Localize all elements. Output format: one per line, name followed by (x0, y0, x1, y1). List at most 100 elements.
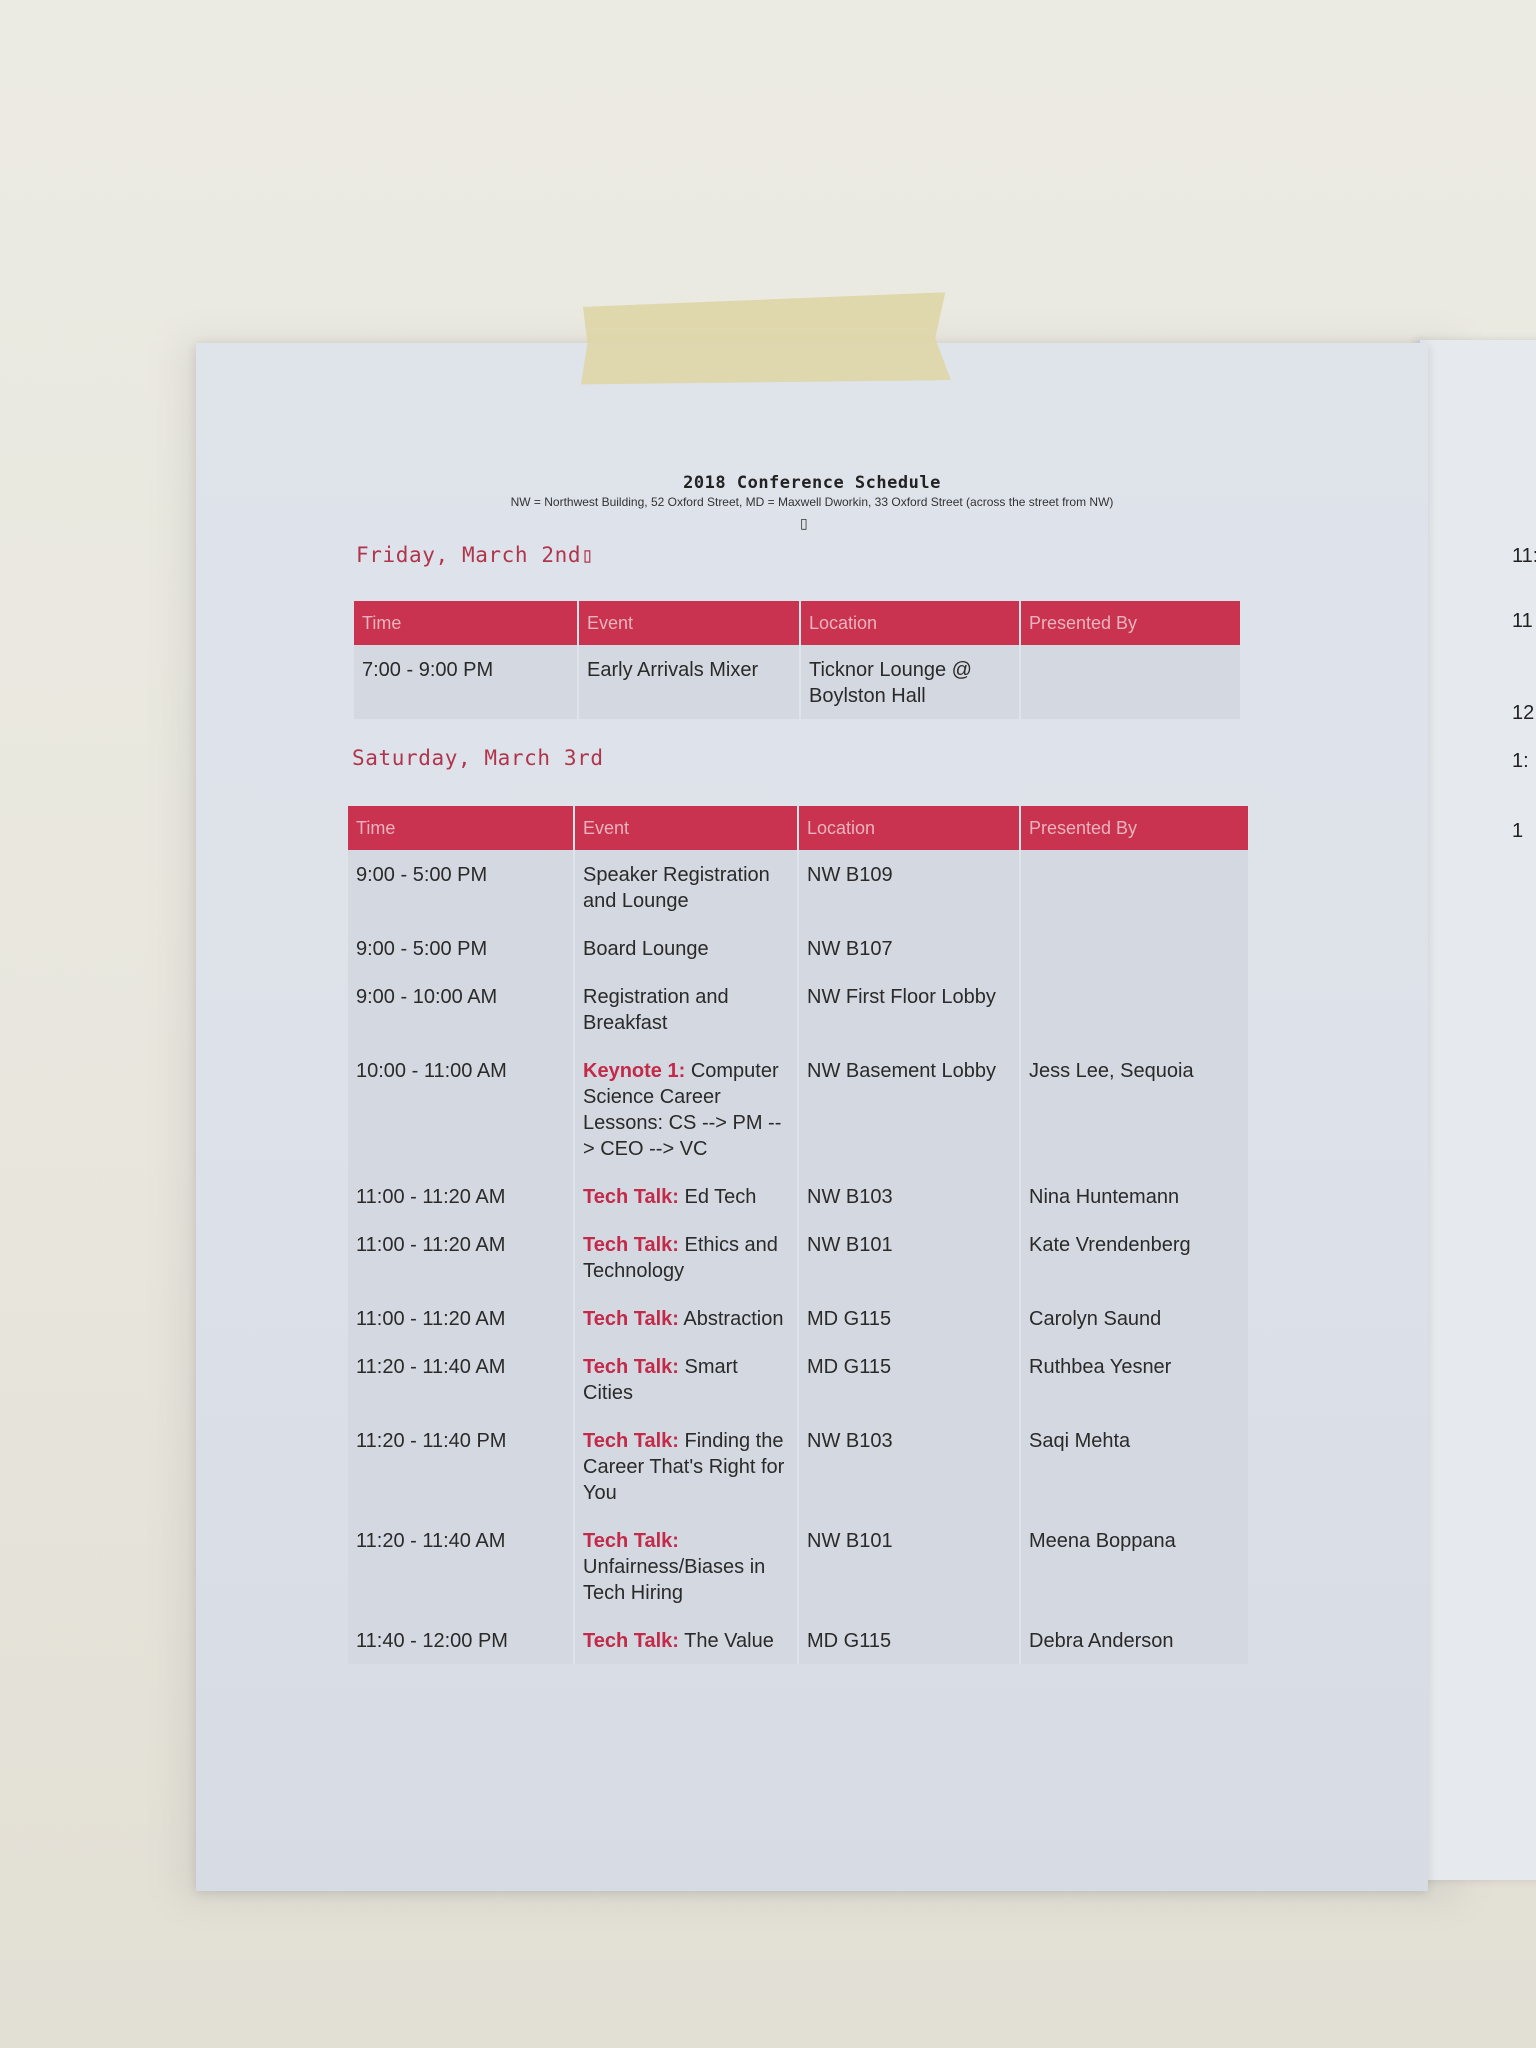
table-row: 9:00 - 10:00 AM Registration and Breakfas… (348, 972, 1248, 1046)
schedule-sheet: 2018 Conference Schedule NW = Northwest … (196, 343, 1428, 1891)
table-row: 11:00 - 11:20 AM Tech Talk: Ed Tech NW B10… (348, 1172, 1248, 1220)
day-heading-saturday: Saturday, March 3rd (352, 746, 604, 770)
adjacent-fragment: 12 (1512, 702, 1535, 724)
cell-event: Speaker Registration and Lounge (574, 850, 799, 924)
saturday-schedule-table: Time Event Location Presented By 9:00 - … (348, 806, 1248, 1664)
cell-presenter: Nina Huntemann (1020, 1172, 1248, 1220)
cell-time: 9:00 - 10:00 AM (348, 972, 575, 1046)
session-type-label: Tech Talk: (583, 1430, 679, 1452)
cell-event: Tech Talk: The Value (574, 1616, 799, 1664)
session-type-label: Tech Talk: (583, 1630, 679, 1652)
event-title: Abstraction (683, 1308, 784, 1330)
cell-event: Tech Talk: Smart Cities (574, 1342, 799, 1416)
cell-location: NW Basement Lobby (798, 1046, 1021, 1172)
column-header-location: Location (798, 806, 1021, 850)
cell-location: Ticknor Lounge @ Boylston Hall (800, 645, 1021, 719)
cell-presenter: Debra Anderson (1020, 1616, 1248, 1664)
cell-presenter: Meena Boppana (1020, 1516, 1248, 1616)
page-subtitle: NW = Northwest Building, 52 Oxford Stree… (510, 495, 1114, 509)
cell-time: 9:00 - 5:00 PM (348, 850, 575, 924)
event-title: Registration and Breakfast (583, 986, 729, 1034)
cell-event: Registration and Breakfast (574, 972, 799, 1046)
column-header-event: Event (578, 601, 801, 645)
session-type-label: Tech Talk: (583, 1530, 679, 1552)
cell-presenter (1020, 645, 1240, 719)
cell-presenter (1020, 924, 1248, 972)
cell-event: Tech Talk: Finding the Career That's Rig… (574, 1416, 799, 1516)
adjacent-fragment: 11 (1512, 610, 1533, 632)
table-row: 9:00 - 5:00 PM Speaker Registration and L… (348, 850, 1248, 924)
cell-time: 11:00 - 11:20 AM (348, 1294, 575, 1342)
cell-location: MD G115 (798, 1342, 1021, 1416)
cell-time: 11:00 - 11:20 AM (348, 1220, 575, 1294)
cell-presenter (1020, 850, 1248, 924)
adjacent-fragment: 1: (1512, 750, 1529, 772)
session-type-label: Tech Talk: (583, 1356, 679, 1378)
session-type-label: Keynote 1: (583, 1060, 686, 1082)
cell-presenter (1020, 972, 1248, 1046)
friday-schedule-table: Time Event Location Presented By 7:00 - … (354, 601, 1240, 719)
cell-presenter: Carolyn Saund (1020, 1294, 1248, 1342)
table-row: 9:00 - 5:00 PM Board Lounge NW B107 (348, 924, 1248, 972)
cell-presenter: Saqi Mehta (1020, 1416, 1248, 1516)
column-header-presenter: Presented By (1020, 601, 1240, 645)
cell-presenter: Kate Vrendenberg (1020, 1220, 1248, 1294)
cell-location: NW B103 (798, 1416, 1021, 1516)
table-row: 11:00 - 11:20 AM Tech Talk: Ethics and Te… (348, 1220, 1248, 1294)
cell-location: MD G115 (798, 1616, 1021, 1664)
event-title: Unfairness/Biases in Tech Hiring (583, 1556, 766, 1604)
table-row: 11:20 - 11:40 AM Tech Talk: Unfairness/Bi… (348, 1516, 1248, 1616)
cell-event: Keynote 1: Computer Science Career Lesso… (574, 1046, 799, 1172)
cell-location: NW First Floor Lobby (798, 972, 1021, 1046)
table-row: 10:00 - 11:00 AM Keynote 1: Computer Scie… (348, 1046, 1248, 1172)
cell-time: 11:20 - 11:40 AM (348, 1342, 575, 1416)
adjacent-sheet: 11: 11 12 1: 1 (1418, 340, 1536, 1880)
placeholder-glyph: ▯ (800, 515, 808, 531)
cell-time: 9:00 - 5:00 PM (348, 924, 575, 972)
cell-time: 11:20 - 11:40 PM (348, 1416, 575, 1516)
cell-event: Tech Talk: Ed Tech (574, 1172, 799, 1220)
table-header-row: Time Event Location Presented By (348, 806, 1248, 850)
cell-presenter: Ruthbea Yesner (1020, 1342, 1248, 1416)
cell-presenter: Jess Lee, Sequoia (1020, 1046, 1248, 1172)
column-header-location: Location (800, 601, 1021, 645)
column-header-presenter: Presented By (1020, 806, 1248, 850)
event-title: Ed Tech (684, 1186, 757, 1208)
cell-event: Early Arrivals Mixer (578, 645, 801, 719)
cell-location: NW B103 (798, 1172, 1021, 1220)
cell-location: NW B101 (798, 1516, 1021, 1616)
column-header-time: Time (348, 806, 575, 850)
cell-event: Tech Talk: Abstraction (574, 1294, 799, 1342)
cell-location: NW B107 (798, 924, 1021, 972)
cell-time: 7:00 - 9:00 PM (354, 645, 579, 719)
adjacent-fragment: 11: (1512, 545, 1536, 567)
cell-event: Tech Talk: Unfairness/Biases in Tech Hir… (574, 1516, 799, 1616)
session-type-label: Tech Talk: (583, 1234, 679, 1256)
page-title: 2018 Conference Schedule (683, 473, 941, 493)
cell-event: Tech Talk: Ethics and Technology (574, 1220, 799, 1294)
day-heading-friday: Friday, March 2nd▯ (356, 543, 595, 567)
column-header-event: Event (574, 806, 799, 850)
cell-time: 11:40 - 12:00 PM (348, 1616, 575, 1664)
session-type-label: Tech Talk: (583, 1186, 679, 1208)
cell-location: MD G115 (798, 1294, 1021, 1342)
adjacent-fragment: 1 (1512, 820, 1524, 842)
cell-time: 11:20 - 11:40 AM (348, 1516, 575, 1616)
table-row: 11:00 - 11:20 AM Tech Talk: Abstraction MD… (348, 1294, 1248, 1342)
cell-location: NW B109 (798, 850, 1021, 924)
cell-time: 10:00 - 11:00 AM (348, 1046, 575, 1172)
table-row: 7:00 - 9:00 PM Early Arrivals Mixer Tickno… (354, 645, 1240, 719)
table-header-row: Time Event Location Presented By (354, 601, 1240, 645)
table-row: 11:20 - 11:40 PM Tech Talk: Finding the C… (348, 1416, 1248, 1516)
cell-event: Board Lounge (574, 924, 799, 972)
event-title: The Value (684, 1630, 774, 1652)
table-row: 11:20 - 11:40 AM Tech Talk: Smart Cities M… (348, 1342, 1248, 1416)
cell-time: 11:00 - 11:20 AM (348, 1172, 575, 1220)
event-title: Early Arrivals Mixer (587, 659, 759, 681)
column-header-time: Time (354, 601, 579, 645)
event-title: Board Lounge (583, 938, 709, 960)
cell-location: NW B101 (798, 1220, 1021, 1294)
event-title: Speaker Registration and Lounge (583, 864, 770, 912)
masking-tape (579, 292, 951, 388)
table-row: 11:40 - 12:00 PM Tech Talk: The Value MD G… (348, 1616, 1248, 1664)
